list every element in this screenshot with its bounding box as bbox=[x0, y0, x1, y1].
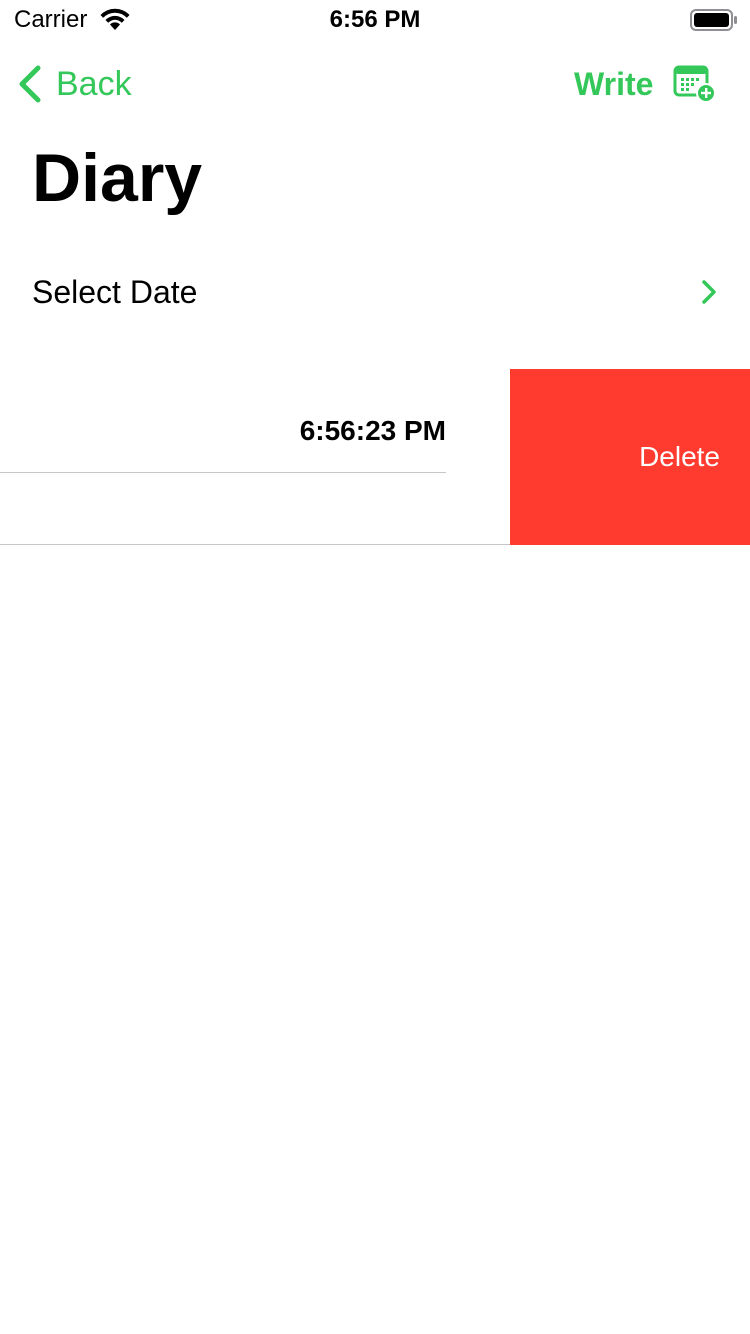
entry-time: 6:56:23 PM bbox=[299, 415, 446, 446]
chevron-left-icon bbox=[19, 65, 41, 103]
chevron-right-icon bbox=[702, 280, 716, 304]
write-label: Write bbox=[574, 66, 654, 102]
back-button[interactable]: Back bbox=[14, 62, 132, 106]
delete-label: Delete bbox=[639, 441, 720, 472]
status-bar: Carrier 6:56 PM bbox=[0, 0, 750, 40]
diary-screen: Carrier 6:56 PM Back Write Diary Select … bbox=[0, 0, 750, 1334]
diary-entry-row[interactable]: 021 6:56:23 PM Delete bbox=[0, 369, 750, 545]
back-label: Back bbox=[56, 65, 132, 103]
select-date-row[interactable]: Select Date bbox=[0, 252, 750, 332]
diary-entry-content[interactable]: 021 6:56:23 PM bbox=[0, 369, 510, 545]
status-time: 6:56 PM bbox=[329, 6, 421, 33]
page-title: Diary bbox=[32, 140, 203, 216]
entry-inner-divider bbox=[0, 472, 446, 473]
navigation-bar: Back Write bbox=[0, 40, 750, 128]
delete-button[interactable]: Delete bbox=[510, 369, 750, 545]
write-button[interactable]: Write bbox=[574, 62, 717, 106]
calendar-add-icon bbox=[673, 65, 717, 103]
battery-icon bbox=[690, 9, 737, 31]
select-date-label: Select Date bbox=[32, 274, 198, 310]
row-divider bbox=[0, 544, 510, 545]
